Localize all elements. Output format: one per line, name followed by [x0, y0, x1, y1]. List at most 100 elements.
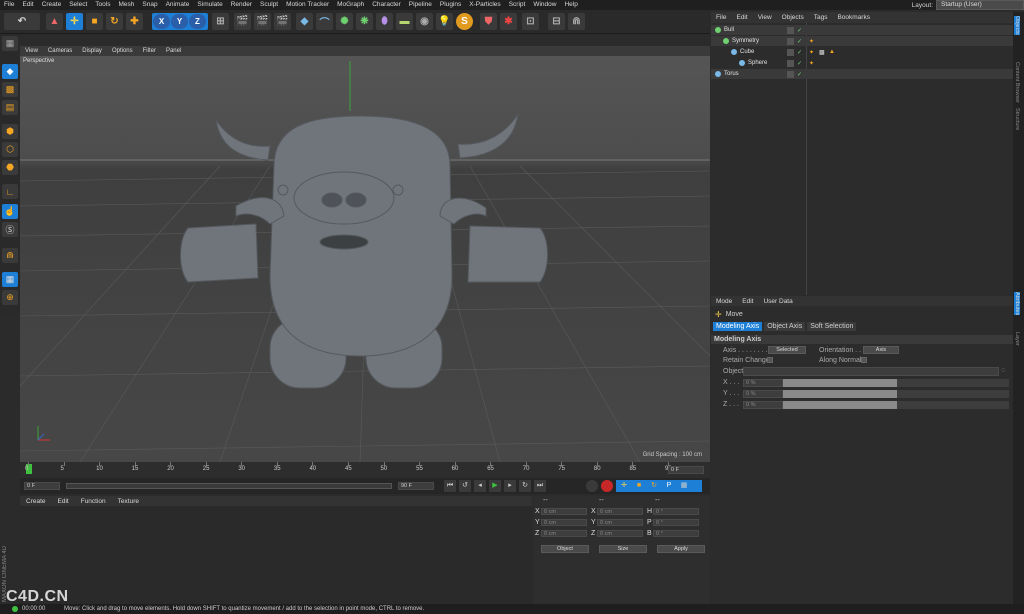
object-row[interactable]: Symmetry ✓ ✦ [711, 36, 1013, 46]
recent-tool-button[interactable]: ✚ [126, 13, 143, 30]
prev-frame-button[interactable]: ◂ [474, 480, 486, 492]
key-pla-button[interactable]: ▦ [678, 480, 690, 492]
next-frame-button[interactable]: ▸ [504, 480, 516, 492]
viewport-menu-item[interactable]: Filter [138, 48, 161, 54]
rotate-tool-button[interactable]: ↻ [106, 13, 123, 30]
make-editable-button[interactable]: ▦ [2, 36, 18, 51]
axis-dropdown[interactable]: Selected [768, 346, 806, 354]
key-param-button[interactable]: P [663, 480, 675, 492]
tag-icon[interactable]: ✦ [809, 60, 814, 67]
axis-mode-button[interactable]: ∟ [2, 184, 18, 199]
render-view-button[interactable]: 🎬 [234, 13, 251, 30]
enabled-check-icon[interactable]: ✓ [797, 71, 802, 78]
menu-item[interactable]: Motion Tracker [282, 0, 333, 10]
menu-item[interactable]: Simulate [193, 0, 226, 10]
coord-system-button[interactable]: ⊞ [212, 13, 229, 30]
object-menu-item[interactable]: View [753, 14, 777, 21]
tag-icon[interactable]: ✦ [809, 49, 814, 56]
menu-item[interactable]: Script [505, 0, 530, 10]
layout-toggle-button[interactable]: ⊟ [548, 13, 565, 30]
coord-value-field[interactable]: 0 cm [541, 530, 587, 537]
menu-item[interactable]: X-Particles [465, 0, 504, 10]
material-menu-item[interactable]: Create [20, 498, 52, 505]
z-slider[interactable] [783, 401, 897, 409]
record-key-button[interactable] [601, 480, 613, 492]
coord-value-field[interactable]: 0 cm [541, 508, 587, 515]
timeline-ruler[interactable]: 051015202530354045505560657075808590 0 F [20, 462, 710, 478]
object-row[interactable]: Sphere ✓ ✦ [711, 58, 1013, 68]
snap-button[interactable]: ⋒ [568, 13, 585, 30]
edges-mode-button[interactable]: ⬡ [2, 142, 18, 157]
viewport-menu-item[interactable]: View [20, 48, 43, 54]
visibility-toggle[interactable] [787, 26, 794, 34]
orientation-dropdown[interactable]: Axis [863, 346, 899, 354]
menu-item[interactable]: Window [529, 0, 560, 10]
key-scale-button[interactable]: ■ [633, 480, 645, 492]
cube-primitive-button[interactable]: ◆ [296, 13, 313, 30]
snap-toggle-button[interactable]: Ⓢ [2, 222, 18, 237]
tab-object-axis[interactable]: Object Axis [764, 322, 806, 331]
enabled-check-icon[interactable]: ✓ [797, 49, 802, 56]
start-frame-field[interactable]: 0 F [24, 482, 60, 490]
enabled-check-icon[interactable]: ✓ [797, 60, 802, 67]
bull-model[interactable] [180, 113, 548, 389]
menu-item[interactable]: Create [38, 0, 66, 10]
right-tab-1[interactable]: Content Browser [1014, 62, 1020, 103]
sculpt-button[interactable]: S [456, 13, 473, 30]
material-menu-item[interactable]: Edit [52, 498, 75, 505]
object-menu-item[interactable]: Tags [809, 14, 833, 21]
live-select-button[interactable]: ▲ [46, 13, 63, 30]
object-link-field[interactable] [743, 367, 999, 376]
xparticles-button[interactable]: ✱ [500, 13, 517, 30]
menu-item[interactable]: Character [368, 0, 405, 10]
magnet-tool-button[interactable]: ⋒ [2, 248, 18, 263]
layout-dropdown[interactable]: Startup (User) [936, 0, 1024, 10]
material-manager[interactable] [20, 506, 532, 604]
menu-item[interactable]: Plugins [436, 0, 465, 10]
object-row[interactable]: Bull ✓ [711, 25, 1013, 35]
menu-item[interactable]: Edit [18, 0, 37, 10]
current-frame-field[interactable]: 0 F [668, 466, 704, 474]
z-axis-lock-button[interactable]: Z [189, 14, 206, 29]
menu-item[interactable]: Select [65, 0, 91, 10]
perspective-viewport[interactable]: Perspective Grid Spacing: 100 cm [20, 56, 710, 462]
y-slider[interactable] [783, 390, 897, 398]
object-row[interactable]: Cube ✓ ✦ ▩ ▲ [711, 47, 1013, 57]
render-settings-button[interactable]: 🎬 [274, 13, 291, 30]
right-tab-3[interactable]: Attributes [1014, 292, 1020, 316]
viewport-menu-item[interactable]: Options [107, 48, 138, 54]
array-button[interactable]: ❋ [356, 13, 373, 30]
coord-value-field[interactable]: 0 cm [597, 508, 643, 515]
polygons-mode-button[interactable]: ⬣ [2, 160, 18, 175]
x-axis-lock-button[interactable]: X [153, 14, 170, 29]
points-mode-button[interactable]: ⬢ [2, 124, 18, 139]
object-menu-item[interactable]: Bookmarks [832, 14, 875, 21]
play-button[interactable]: ▶ [489, 480, 501, 492]
coord-mode-dropdown[interactable]: Object [541, 545, 589, 553]
material-menu-item[interactable]: Texture [112, 498, 145, 505]
tab-soft-selection[interactable]: Soft Selection [807, 322, 857, 331]
coord-value-field[interactable]: 0 cm [597, 519, 643, 526]
object-menu-item[interactable]: Edit [731, 14, 752, 21]
object-row[interactable]: Torus ✓ [711, 69, 1013, 79]
go-to-end-button[interactable]: ⏭ [534, 480, 546, 492]
menu-item[interactable]: Help [560, 0, 581, 10]
right-tab-2[interactable]: Structure [1014, 108, 1020, 130]
attribute-menu-item[interactable]: User Data [758, 298, 797, 305]
object-menu-item[interactable]: File [711, 14, 731, 21]
link-pick-icon[interactable]: ◌ [1001, 367, 1005, 374]
nurbs-button[interactable]: ✺ [336, 13, 353, 30]
locked-workplane-button[interactable]: ⊕ [2, 290, 18, 305]
move-tool-button[interactable]: ✛ [66, 13, 83, 30]
menu-item[interactable]: MoGraph [333, 0, 368, 10]
viewport-menu-item[interactable]: Display [77, 48, 107, 54]
y-percent-field[interactable]: 0 % [743, 390, 783, 398]
tab-modeling-axis[interactable]: Modeling Axis [713, 322, 763, 331]
tweak-mode-button[interactable]: ☝ [2, 204, 18, 219]
model-mode-button[interactable]: ◆ [2, 64, 18, 79]
coord-value-field[interactable]: 0 ° [653, 519, 699, 526]
tag-icon[interactable]: ✦ [809, 38, 814, 45]
coord-value-field[interactable]: 0 ° [653, 508, 699, 515]
scale-tool-button[interactable]: ■ [86, 13, 103, 30]
visibility-toggle[interactable] [787, 59, 794, 67]
